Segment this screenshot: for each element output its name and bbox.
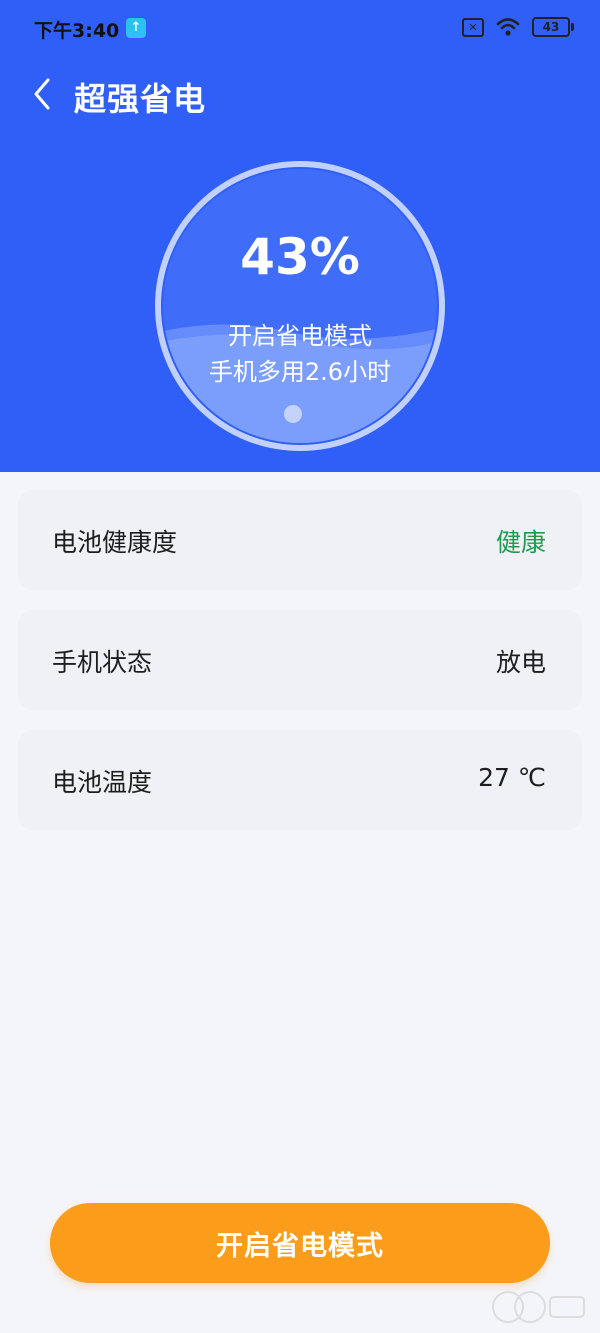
header: 下午3:40 ↑ ✕ 43 超强省电 43% 开启省电模式 手机多用2.6小时 [0,0,600,472]
upload-icon: ↑ [126,18,146,38]
extra-time-label: 手机多用2.6小时 [208,358,392,386]
card-label: 手机状态 [52,648,153,677]
status-bar: 下午3:40 ↑ ✕ 43 [0,0,600,58]
card-battery-temperature: 电池温度 27 ℃ [18,730,582,830]
battery-percent: 43% [240,228,360,286]
card-phone-status: 手机状态 放电 [18,610,582,710]
card-value: 27 ℃ [478,763,546,792]
card-value: 放电 [495,648,546,677]
status-icons: ✕ 43 [462,17,574,37]
back-button[interactable] [28,74,58,114]
card-label: 电池健康度 [52,528,178,557]
page-title: 超强省电 [74,80,207,118]
card-battery-health: 电池健康度 健康 [18,490,582,590]
status-time: 下午3:40 [34,20,120,42]
indicator-dot [284,405,302,423]
mode-label: 开启省电模式 [228,322,372,350]
enable-power-saving-button[interactable]: 开启省电模式 [50,1203,550,1283]
card-label: 电池温度 [52,768,153,797]
wifi-icon [496,18,520,36]
chevron-left-icon [34,78,50,110]
battery-icon: 43 [532,17,574,37]
sim-off-icon: ✕ [462,17,484,37]
card-value: 健康 [495,528,546,557]
battery-ring: 43% 开启省电模式 手机多用2.6小时 [150,156,450,456]
site-watermark-logo [492,1291,585,1323]
